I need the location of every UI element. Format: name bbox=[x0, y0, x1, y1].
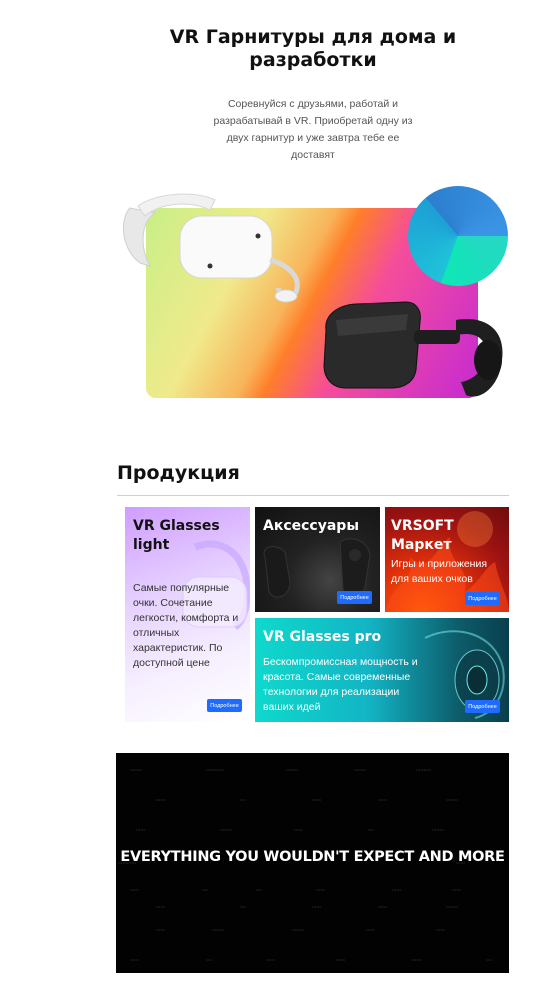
hero-circle-decoration bbox=[408, 186, 508, 286]
section-divider bbox=[117, 495, 509, 496]
details-button[interactable]: Подробнее bbox=[465, 592, 500, 605]
card-description: Бескомпромиссная мощность и красота. Сам… bbox=[263, 656, 418, 713]
card-description: Самые популярные очки. Сочетание легкост… bbox=[133, 582, 239, 669]
product-card-vr-glasses-light[interactable]: VR Glasses light Самые популярные очки. … bbox=[125, 507, 250, 722]
hero-subtitle: Соревнуйся с друзьями, работай и разраба… bbox=[213, 98, 413, 161]
hero-illustration bbox=[110, 180, 520, 420]
white-vr-headset-image bbox=[122, 193, 300, 303]
details-button[interactable]: Подробнее bbox=[337, 591, 372, 604]
product-card-vr-glasses-pro[interactable]: VR Glasses pro Бескомпромиссная мощность… bbox=[255, 618, 509, 722]
card-title: VR Glasses light bbox=[133, 518, 220, 553]
product-card-vrsoft-market[interactable]: VRSOFT Маркет Игры и приложения для ваши… bbox=[385, 507, 509, 612]
product-card-accessories[interactable]: Аксессуары Подробнее bbox=[255, 507, 380, 612]
details-button[interactable]: Подробнее bbox=[207, 699, 242, 712]
promo-headline: EVERYTHING YOU WOULDN'T EXPECT AND MORE bbox=[120, 849, 505, 865]
promo-banner: •••••••• •••••••••••• •••••••• •••••••• … bbox=[116, 753, 509, 973]
card-title: VRSOFT Маркет bbox=[391, 518, 454, 553]
black-vr-headset-image bbox=[323, 301, 503, 397]
card-title: Аксессуары bbox=[263, 518, 359, 534]
card-title: VR Glasses pro bbox=[263, 629, 382, 645]
card-description: Игры и приложения для ваших очков bbox=[391, 558, 488, 585]
hero-title: VR Гарнитуры для дома и разработки bbox=[169, 26, 457, 71]
details-button[interactable]: Подробнее bbox=[465, 700, 500, 713]
section-title-products: Продукция bbox=[117, 462, 240, 484]
